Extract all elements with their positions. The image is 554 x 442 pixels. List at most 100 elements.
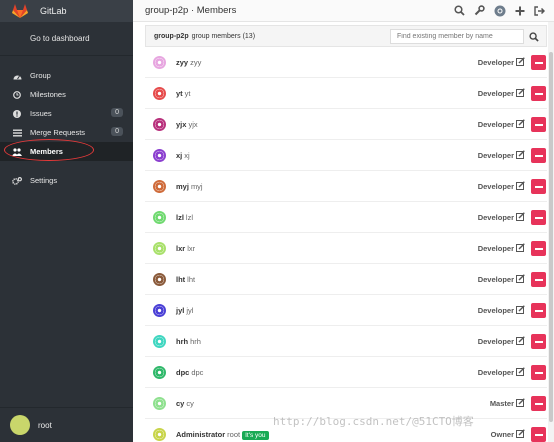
edit-icon[interactable]: [516, 212, 525, 221]
minus-icon: [534, 61, 543, 64]
remove-member-button[interactable]: [531, 365, 546, 380]
avatar[interactable]: [153, 149, 166, 162]
member-username: lzl: [176, 213, 184, 222]
member-role: Developer: [477, 244, 514, 253]
sidebar-item-members[interactable]: Members: [0, 139, 133, 161]
edit-icon[interactable]: [516, 57, 525, 66]
edit-icon[interactable]: [516, 398, 525, 407]
remove-member-button[interactable]: [531, 427, 546, 442]
member-display-name: hrh: [190, 337, 201, 346]
remove-member-button[interactable]: [531, 396, 546, 411]
avatar[interactable]: [153, 242, 166, 255]
header-actions: [453, 4, 546, 17]
member-name[interactable]: zyy zyy: [176, 58, 201, 67]
member-name[interactable]: jyl jyl: [176, 306, 193, 315]
exclamation-circle-icon: [12, 109, 22, 118]
member-role: Developer: [477, 182, 514, 191]
brand[interactable]: GitLab: [0, 0, 133, 22]
avatar[interactable]: [153, 366, 166, 379]
avatar[interactable]: [153, 56, 166, 69]
member-name[interactable]: cy cy: [176, 399, 194, 408]
sidebar-item-group[interactable]: Group: [0, 66, 133, 85]
avatar[interactable]: [153, 273, 166, 286]
minus-icon: [534, 309, 543, 312]
member-name[interactable]: yjx yjx: [176, 120, 198, 129]
member-name[interactable]: dpc dpc: [176, 368, 203, 377]
avatar[interactable]: [153, 87, 166, 100]
scrollbar[interactable]: [548, 22, 554, 442]
search-icon[interactable]: [453, 4, 466, 17]
member-display-name: lxr: [187, 244, 196, 253]
notifications-icon[interactable]: [493, 4, 506, 17]
remove-member-button[interactable]: [531, 334, 546, 349]
table-row: hrh hrh Developer: [145, 326, 547, 357]
member-name[interactable]: Administrator root It's you: [176, 430, 269, 440]
remove-member-button[interactable]: [531, 117, 546, 132]
avatar: [10, 415, 30, 435]
table-row: yt yt Developer: [145, 78, 547, 109]
avatar[interactable]: [153, 397, 166, 410]
avatar[interactable]: [153, 118, 166, 131]
sign-out-icon[interactable]: [533, 4, 546, 17]
member-name[interactable]: hrh hrh: [176, 337, 201, 346]
issues-count-badge: 0: [111, 108, 123, 117]
sidebar-item-settings[interactable]: Settings: [0, 171, 133, 190]
current-user-name: root: [38, 420, 52, 430]
member-display-name: root: [227, 430, 241, 439]
avatar[interactable]: [153, 428, 166, 441]
edit-icon[interactable]: [516, 119, 525, 128]
edit-icon[interactable]: [516, 181, 525, 190]
edit-icon[interactable]: [516, 274, 525, 283]
search-members-input[interactable]: [390, 29, 524, 44]
edit-icon[interactable]: [516, 367, 525, 376]
member-display-name: lht: [187, 275, 196, 284]
member-role: Developer: [477, 306, 514, 315]
remove-member-button[interactable]: [531, 179, 546, 194]
sidebar-item-label: Group: [30, 71, 51, 80]
member-username: hrh: [176, 337, 189, 346]
avatar[interactable]: [153, 180, 166, 193]
edit-icon[interactable]: [516, 150, 525, 159]
plus-icon[interactable]: [513, 4, 526, 17]
edit-icon[interactable]: [516, 336, 525, 345]
member-display-name: cy: [186, 399, 194, 408]
its-you-badge: It's you: [242, 431, 269, 440]
member-name[interactable]: xj xj: [176, 151, 190, 160]
remove-member-button[interactable]: [531, 148, 546, 163]
go-to-dashboard-link[interactable]: Go to dashboard: [0, 22, 133, 56]
member-display-name: dpc: [191, 368, 204, 377]
table-row: lxr lxr Developer: [145, 233, 547, 264]
watermark: http://blog.csdn.net/@51CTO博客: [273, 415, 474, 428]
members-panel-heading: group-p2p group members (13): [145, 25, 547, 47]
minus-icon: [534, 247, 543, 250]
search-icon[interactable]: [525, 29, 543, 44]
brand-name: GitLab: [40, 6, 67, 16]
table-row: yjx yjx Developer: [145, 109, 547, 140]
member-name[interactable]: lxr lxr: [176, 244, 195, 253]
sidebar-item-issues[interactable]: Issues 0: [0, 104, 133, 123]
avatar[interactable]: [153, 304, 166, 317]
sidebar-item-label: Issues: [30, 109, 52, 118]
edit-icon[interactable]: [516, 429, 525, 438]
remove-member-button[interactable]: [531, 86, 546, 101]
member-username: lht: [176, 275, 186, 284]
edit-icon[interactable]: [516, 305, 525, 314]
remove-member-button[interactable]: [531, 241, 546, 256]
edit-icon[interactable]: [516, 88, 525, 97]
member-name[interactable]: myj myj: [176, 182, 203, 191]
wrench-icon[interactable]: [473, 4, 486, 17]
current-user[interactable]: root: [0, 407, 133, 442]
remove-member-button[interactable]: [531, 55, 546, 70]
member-name[interactable]: lht lht: [176, 275, 195, 284]
remove-member-button[interactable]: [531, 210, 546, 225]
member-name[interactable]: lzl lzl: [176, 213, 193, 222]
avatar[interactable]: [153, 335, 166, 348]
scrollbar-thumb[interactable]: [549, 52, 553, 422]
member-name[interactable]: yt yt: [176, 89, 191, 98]
sidebar-item-milestones[interactable]: Milestones: [0, 85, 133, 104]
edit-icon[interactable]: [516, 243, 525, 252]
avatar[interactable]: [153, 211, 166, 224]
remove-member-button[interactable]: [531, 272, 546, 287]
minus-icon: [534, 216, 543, 219]
remove-member-button[interactable]: [531, 303, 546, 318]
